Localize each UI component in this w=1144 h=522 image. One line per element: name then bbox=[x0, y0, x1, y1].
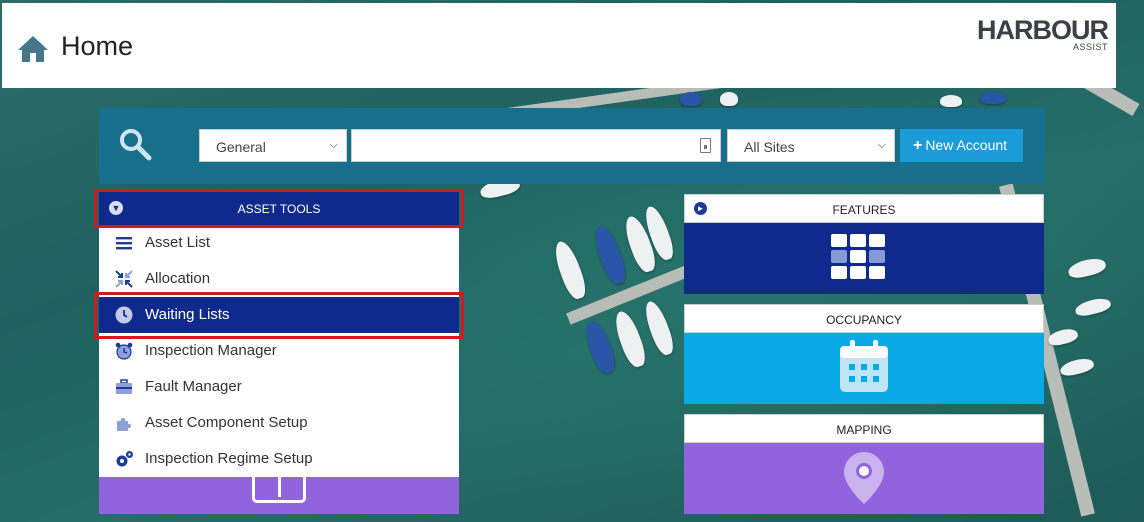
search-type-value: General bbox=[216, 139, 266, 155]
tile-title: FEATURES bbox=[832, 203, 896, 217]
toolbox-icon bbox=[116, 379, 132, 394]
tile-features[interactable]: ► FEATURES bbox=[684, 194, 1044, 294]
menu-item-asset-component-setup[interactable]: Asset Component Setup bbox=[99, 405, 459, 441]
menu-item-label: Inspection Manager bbox=[145, 342, 277, 359]
chevron-down-icon: ⌵ bbox=[877, 139, 886, 151]
home-icon[interactable] bbox=[16, 34, 50, 64]
new-account-button[interactable]: + New Account bbox=[900, 129, 1023, 162]
plus-icon: + bbox=[913, 137, 923, 154]
tile-mapping-body[interactable] bbox=[684, 443, 1044, 514]
asset-tools-header[interactable]: ▼ ASSET TOOLS bbox=[99, 192, 459, 225]
page-title: Home bbox=[61, 31, 134, 61]
tile-features-body[interactable] bbox=[684, 223, 1044, 294]
search-input[interactable] bbox=[351, 129, 721, 162]
chevron-down-icon: ⌵ bbox=[329, 139, 338, 151]
tile-occupancy-body[interactable] bbox=[684, 333, 1044, 404]
search-icon[interactable] bbox=[118, 127, 152, 161]
logo-wordmark: HARBOUR bbox=[977, 15, 1109, 45]
menu-item-allocation[interactable]: Allocation bbox=[99, 261, 459, 297]
sites-select[interactable]: All Sites ⌵ bbox=[727, 129, 895, 162]
tile-title: OCCUPANCY bbox=[826, 313, 902, 327]
calendar-icon bbox=[840, 340, 888, 392]
card-icon bbox=[252, 477, 306, 503]
collapse-icon[interactable]: ▼ bbox=[109, 201, 123, 215]
clock-icon bbox=[115, 306, 133, 324]
menu-item-waiting-lists[interactable]: Waiting Lists bbox=[99, 297, 459, 333]
menu-item-fault-manager[interactable]: Fault Manager bbox=[99, 369, 459, 405]
asset-tools-panel: ▼ ASSET TOOLS Asset List Allocation Wait… bbox=[99, 192, 459, 477]
search-bar: General ⌵ All Sites ⌵ + New Account bbox=[99, 108, 1045, 184]
tile-title: MAPPING bbox=[836, 423, 892, 437]
gears-icon bbox=[116, 451, 133, 467]
menu-item-inspection-regime-setup[interactable]: Inspection Regime Setup bbox=[99, 441, 459, 477]
new-account-label: New Account bbox=[925, 137, 1008, 153]
menu-item-inspection-manager[interactable]: Inspection Manager bbox=[99, 333, 459, 369]
tile-features-header: ► FEATURES bbox=[684, 194, 1044, 223]
asset-tools-footer-tile[interactable] bbox=[99, 477, 459, 514]
menu-item-label: Waiting Lists bbox=[145, 306, 230, 323]
expand-icon[interactable]: ► bbox=[694, 202, 707, 215]
sites-select-value: All Sites bbox=[744, 139, 795, 155]
menu-item-label: Inspection Regime Setup bbox=[145, 450, 313, 467]
app-header: Home HARBOUR ASSIST bbox=[2, 3, 1116, 88]
id-card-icon[interactable] bbox=[700, 138, 711, 153]
menu-item-label: Asset Component Setup bbox=[145, 414, 308, 431]
harbour-assist-logo: HARBOUR ASSIST bbox=[977, 15, 1109, 52]
menu-item-asset-list[interactable]: Asset List bbox=[99, 225, 459, 261]
tile-mapping[interactable]: MAPPING bbox=[684, 414, 1044, 514]
asset-tools-title: ASSET TOOLS bbox=[237, 202, 321, 216]
tile-occupancy-header: OCCUPANCY bbox=[684, 304, 1044, 333]
alarm-clock-icon bbox=[115, 342, 133, 360]
tile-occupancy[interactable]: OCCUPANCY bbox=[684, 304, 1044, 404]
allocation-icon bbox=[115, 270, 133, 288]
menu-item-label: Allocation bbox=[145, 270, 211, 287]
list-icon bbox=[116, 237, 132, 250]
menu-item-label: Asset List bbox=[145, 234, 211, 251]
tile-mapping-header: MAPPING bbox=[684, 414, 1044, 443]
grid-icon bbox=[831, 234, 885, 279]
search-type-select[interactable]: General ⌵ bbox=[199, 129, 347, 162]
menu-item-label: Fault Manager bbox=[145, 378, 242, 395]
map-marker-icon bbox=[844, 452, 884, 504]
puzzle-icon bbox=[117, 417, 132, 431]
